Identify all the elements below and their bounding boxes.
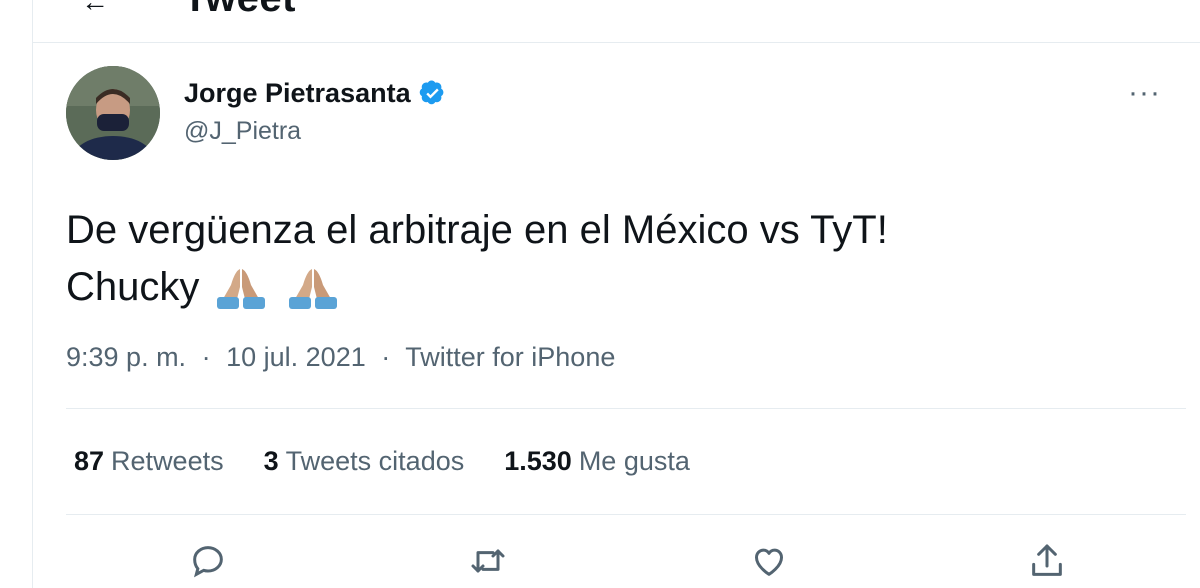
likes-count: 1.530	[504, 446, 572, 476]
divider	[66, 514, 1186, 515]
likes-label: Me gusta	[578, 446, 690, 476]
page-title: Tweet	[183, 0, 296, 21]
author-name[interactable]: Jorge Pietrasanta	[184, 78, 411, 109]
retweet-icon[interactable]	[467, 540, 509, 582]
retweets-count: 87	[74, 446, 105, 476]
likes-stat[interactable]: 1.530 Me gusta	[504, 446, 690, 477]
verified-badge-icon	[419, 80, 444, 105]
tweet-text-line-2-word: Chucky	[66, 265, 200, 309]
author-block[interactable]: Jorge Pietrasanta @J_Pietra	[184, 78, 446, 146]
back-arrow-icon[interactable]: ←	[81, 0, 109, 18]
avatar-photo	[66, 66, 160, 160]
tweet-text-line-2: Chucky	[66, 259, 888, 316]
share-icon[interactable]	[1026, 540, 1068, 582]
tweet-time[interactable]: 9:39 p. m.	[66, 342, 186, 372]
tweet-actions	[0, 540, 1168, 588]
tweet-text-line-1: De vergüenza el arbitraje en el México v…	[66, 208, 888, 252]
reply-icon[interactable]	[187, 540, 229, 582]
avatar[interactable]	[66, 66, 160, 160]
meta-separator: ·	[381, 342, 391, 372]
quotes-count: 3	[263, 446, 279, 476]
like-icon[interactable]	[748, 540, 790, 582]
meta-separator: ·	[201, 342, 211, 372]
page-header: ← Tweet	[33, 0, 1200, 43]
tweet-source[interactable]: Twitter for iPhone	[405, 342, 615, 372]
folded-hands-emoji-icon	[217, 268, 266, 309]
tweet-date[interactable]: 10 jul. 2021	[226, 342, 366, 372]
tweet-stats: 87 Retweets 3 Tweets citados 1.530 Me gusta	[74, 446, 730, 477]
folded-hands-emoji-icon	[289, 268, 338, 309]
retweets-label: Retweets	[111, 446, 224, 476]
retweets-stat[interactable]: 87 Retweets	[74, 446, 224, 477]
author-handle[interactable]: @J_Pietra	[184, 117, 446, 146]
more-options-icon[interactable]: ···	[1128, 76, 1161, 110]
tweet-meta: 9:39 p. m. · 10 jul. 2021 · Twitter for …	[66, 342, 615, 373]
divider	[66, 408, 1186, 409]
quotes-label: Tweets citados	[285, 446, 465, 476]
tweet-text: De vergüenza el arbitraje en el México v…	[66, 202, 888, 316]
quotes-stat[interactable]: 3 Tweets citados	[264, 446, 465, 477]
